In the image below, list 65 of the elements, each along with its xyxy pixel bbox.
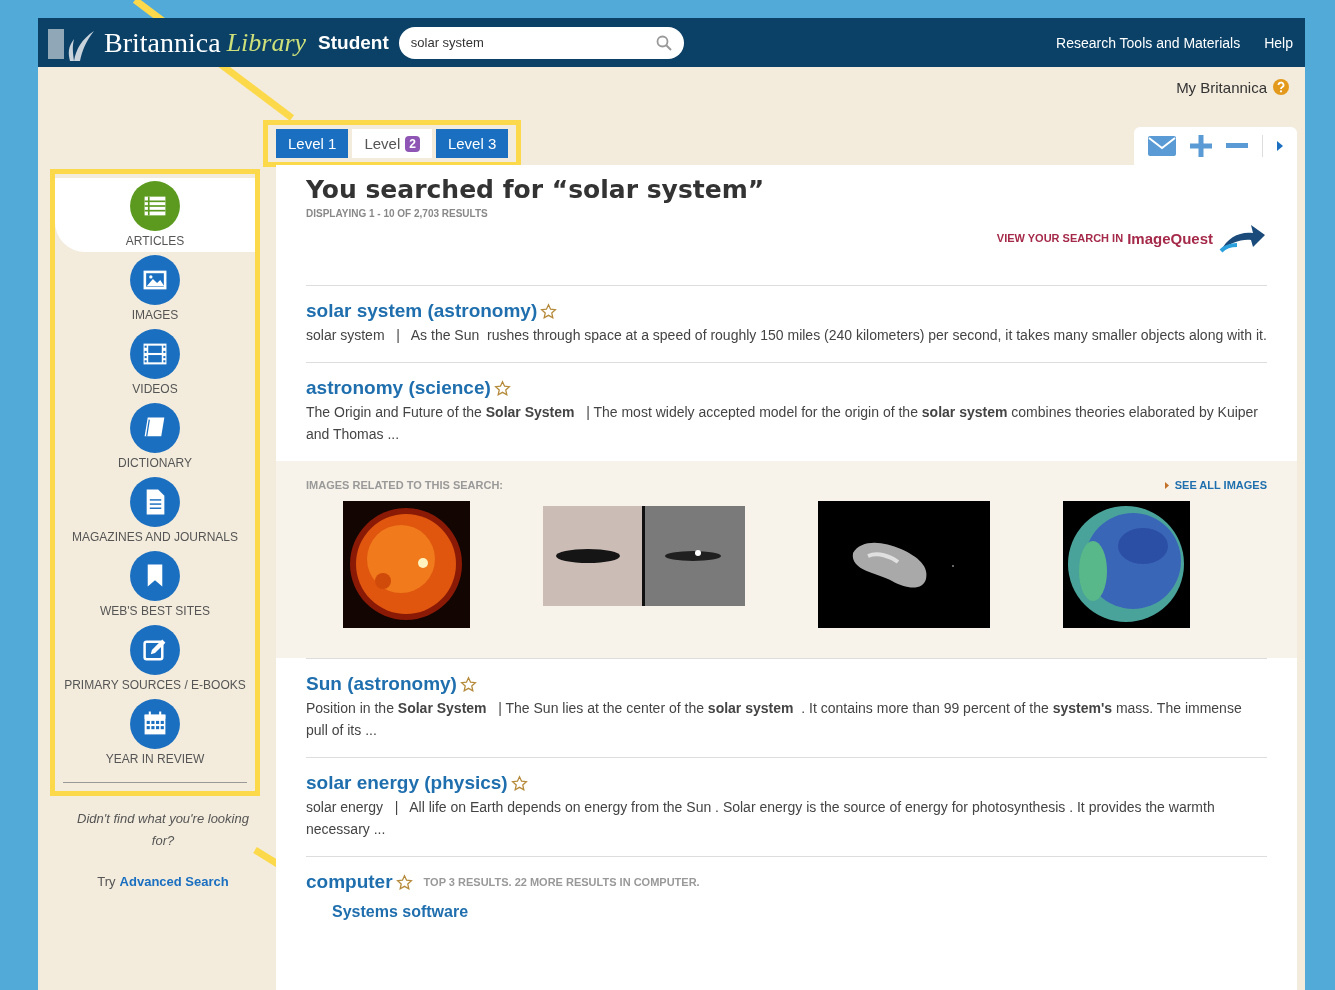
result-snippet: solar energy | All life on Earth depends on energy from the Sun . Solar energy is the source of energy for photosynthesis . It provides the warmth necessary ... xyxy=(306,798,1216,839)
sidebar-label: MAGAZINES AND JOURNALS xyxy=(72,530,238,544)
result-snippet: solar system | As the Sun rushes through space at a speed of roughly 150 miles (240 kilometers) per second, it takes many smaller objects along with it. xyxy=(306,326,1267,345)
document-icon xyxy=(129,476,181,528)
sidebar-item[interactable]: ARTICLES xyxy=(55,178,255,252)
bookmark-icon xyxy=(129,550,181,602)
search-icon[interactable] xyxy=(655,34,672,51)
imagequest-link[interactable]: ImageQuest xyxy=(1127,229,1213,247)
book-icon xyxy=(129,402,181,454)
sidebar-label: WEB'S BEST SITES xyxy=(99,604,211,618)
sidebar-label: IMAGES xyxy=(131,308,179,322)
star-icon[interactable] xyxy=(540,302,558,320)
level-badge: 2 xyxy=(405,135,420,152)
minus-icon[interactable] xyxy=(1226,143,1248,149)
list-icon xyxy=(129,180,181,232)
try-text: Try xyxy=(97,874,116,889)
results-count: DISPLAYING 1 - 10 OF 2,703 RESULTS xyxy=(306,208,489,219)
sidebar-label: YEAR IN REVIEW xyxy=(105,752,205,766)
header-link[interactable]: Research Tools and Materials xyxy=(1056,34,1241,51)
header-link[interactable]: Help xyxy=(1264,34,1293,51)
result-title-link[interactable]: Sun (astronomy) xyxy=(306,673,457,695)
account-link[interactable]: My Britannica xyxy=(1176,78,1267,96)
search-field[interactable]: solar system xyxy=(398,26,684,59)
plus-icon[interactable] xyxy=(1190,135,1212,157)
result-title-link[interactable]: solar system (astronomy) xyxy=(306,300,538,322)
sidebar-item[interactable]: YEAR IN REVIEW xyxy=(55,696,255,770)
star-icon[interactable] xyxy=(493,379,511,397)
results-heading: You searched for “solar system” xyxy=(306,175,765,204)
star-icon[interactable] xyxy=(510,774,528,792)
calendar-icon xyxy=(129,698,181,750)
imagequest-prefix: VIEW YOUR SEARCH IN xyxy=(996,232,1124,244)
image-icon xyxy=(129,254,181,306)
images-label: IMAGES RELATED TO THIS SEARCH: xyxy=(306,479,503,491)
see-all-images-link[interactable]: SEE ALL IMAGES xyxy=(1164,479,1267,491)
sidebar-item[interactable]: IMAGES xyxy=(55,252,255,326)
sidebar-item[interactable]: WEB'S BEST SITES xyxy=(55,548,255,622)
caret-icon xyxy=(1164,481,1169,489)
edit-icon xyxy=(129,624,181,676)
film-icon xyxy=(129,328,181,380)
logo-name: Britannica xyxy=(104,26,221,59)
result-snippet: The Origin and Future of the Solar System | The most widely accepted model for the origin of the solar system combines theories elaborated by Kuiper and Thomas ... xyxy=(306,403,1260,444)
logo-edition: Student xyxy=(318,31,389,54)
subresult-link[interactable]: Systems software xyxy=(332,903,1267,921)
caret-icon[interactable] xyxy=(1277,141,1283,151)
help-icon[interactable] xyxy=(1273,79,1289,95)
level-tab[interactable]: Level 3 xyxy=(435,129,509,158)
sidebar-label: PRIMARY SOURCES / E-BOOKS xyxy=(64,678,246,692)
sidebar-label: ARTICLES xyxy=(125,234,185,248)
help-text: Didn't find what you're looking for? xyxy=(76,810,250,850)
advanced-search-link[interactable]: Advanced Search xyxy=(119,874,229,889)
result-snippet: Position in the Solar System | The Sun lies at the center of the solar system . It contains more than 99 percent of the system's mass. The immense pull of its ... xyxy=(306,699,1243,740)
results-note: TOP 3 RESULTS. 22 MORE RESULTS IN COMPUTER. xyxy=(423,876,700,888)
sidebar-item[interactable]: MAGAZINES AND JOURNALS xyxy=(55,474,255,548)
sidebar-item[interactable]: PRIMARY SOURCES / E-BOOKS xyxy=(55,622,255,696)
sidebar-label: DICTIONARY xyxy=(118,456,192,470)
level-tab[interactable]: Level 1 xyxy=(276,129,349,158)
sidebar-item[interactable]: VIDEOS xyxy=(55,326,255,400)
logo-library: Library xyxy=(226,27,307,58)
sidebar-label: VIDEOS xyxy=(132,382,178,396)
star-icon[interactable] xyxy=(459,675,477,693)
sidebar-item[interactable]: DICTIONARY xyxy=(55,400,255,474)
level-tab[interactable]: Level 2 xyxy=(352,129,432,158)
mail-icon[interactable] xyxy=(1148,136,1176,156)
result-title-link[interactable]: solar energy (physics) xyxy=(306,772,508,794)
result-title-link[interactable]: astronomy (science) xyxy=(306,377,491,399)
